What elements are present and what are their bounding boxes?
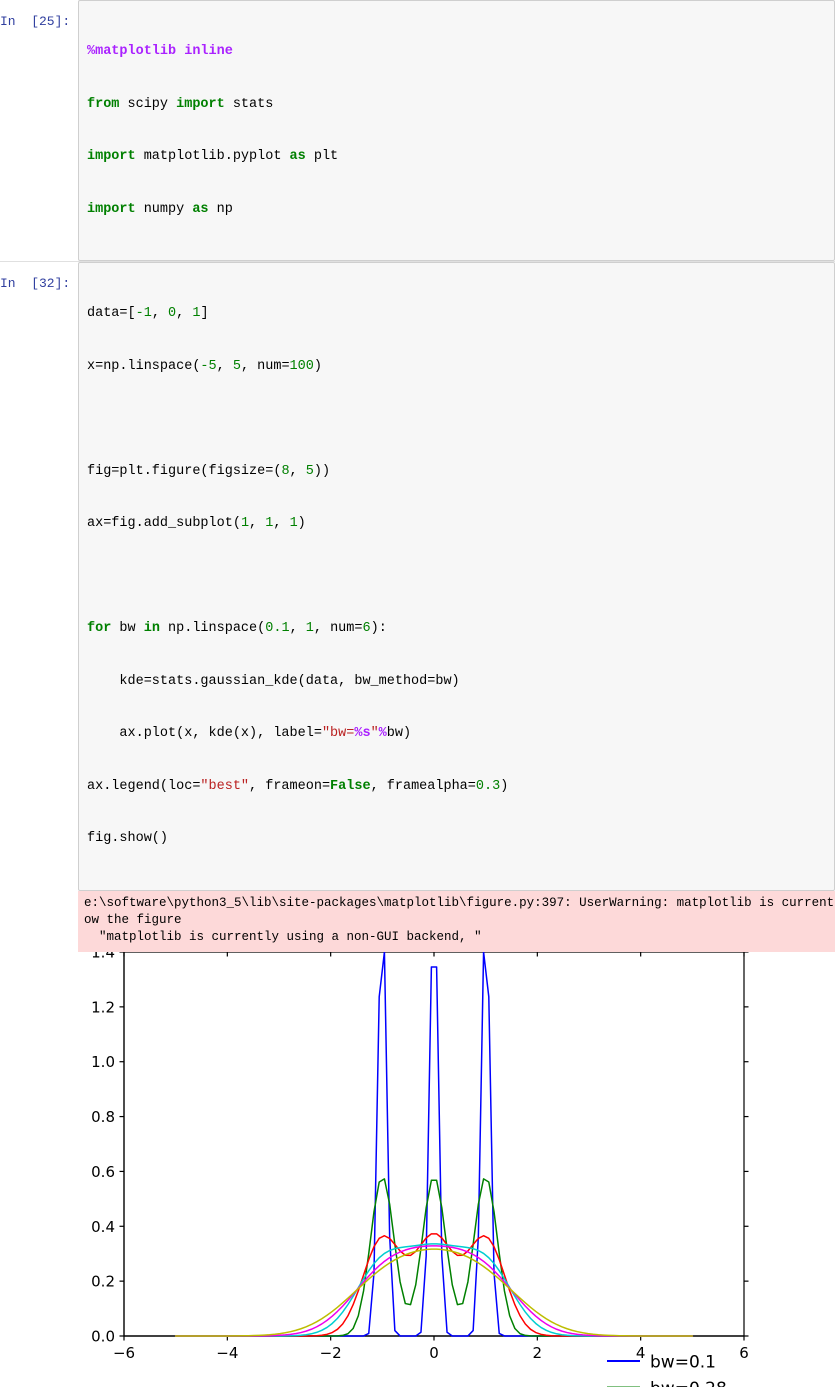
code-token: ax.plot(x, kde(x), label="bw=%s"%bw) — [87, 726, 411, 741]
x-tick-label: 2 — [533, 1344, 543, 1362]
code-token: fig=plt.figure(figsize=(8, 5)) — [87, 464, 330, 479]
x-tick-label: −2 — [320, 1344, 342, 1362]
code-token: import matplotlib.pyplot as plt — [87, 149, 338, 164]
code-line: fig.show() — [87, 830, 828, 848]
legend-label-1: bw=0.28 — [650, 1379, 727, 1387]
code-token: ax.legend(loc="best", frameon=False, fra… — [87, 779, 508, 794]
x-tick-label: 0 — [429, 1344, 439, 1362]
warning-line-3: "matplotlib is currently using a non-GUI… — [84, 930, 482, 944]
code-token: import numpy as np — [87, 202, 233, 217]
code-token: data=[-1, 0, 1] — [87, 306, 209, 321]
code-line: data=[-1, 0, 1] — [87, 305, 828, 323]
y-tick-label: 0.0 — [91, 1327, 115, 1345]
notebook-cell-2[interactable]: In [32]: data=[-1, 0, 1] x=np.linspace(-… — [0, 262, 835, 891]
code-token: kde=stats.gaussian_kde(data, bw_method=b… — [87, 674, 460, 689]
cell-2-output-warning-row: e:\software\python3_5\lib\site-packages\… — [0, 891, 835, 952]
code-line — [87, 568, 828, 586]
y-tick-label: 0.6 — [91, 1162, 115, 1180]
y-tick-label: 1.0 — [91, 1053, 115, 1071]
user-warning-output: e:\software\python3_5\lib\site-packages\… — [78, 891, 835, 952]
code-token: for bw in np.linspace(0.1, 1, num=6): — [87, 621, 387, 636]
kde-plot-svg: 0.0 0.2 0.4 0.6 0.8 1.0 1.2 1.4 −6 −4 −2 0 2 4 6 bw=0.1… — [0, 952, 835, 1387]
code-line: for bw in np.linspace(0.1, 1, num=6): — [87, 620, 828, 638]
cell-1-prompt: In [25]: — [0, 0, 78, 29]
code-line: %matplotlib inline — [87, 43, 828, 61]
code-token: fig.show() — [87, 831, 168, 846]
kde-curve-1 — [176, 1178, 693, 1335]
code-line: ax.plot(x, kde(x), label="bw=%s"%bw) — [87, 725, 828, 743]
cell-2-prompt: In [32]: — [0, 262, 78, 291]
matplotlib-figure: 0.0 0.2 0.4 0.6 0.8 1.0 1.2 1.4 −6 −4 −2 0 2 4 6 bw=0.1… — [0, 952, 835, 1387]
code-token-magic: %matplotlib inline — [87, 44, 233, 59]
cell-2-output-figure-row: 0.0 0.2 0.4 0.6 0.8 1.0 1.2 1.4 −6 −4 −2 0 2 4 6 bw=0.1… — [0, 952, 835, 1387]
x-tick-label: 4 — [636, 1344, 646, 1362]
kde-curve-3 — [176, 1243, 693, 1335]
code-line: import matplotlib.pyplot as plt — [87, 148, 828, 166]
code-token: from scipy import stats — [87, 97, 273, 112]
code-line: ax.legend(loc="best", frameon=False, fra… — [87, 778, 828, 796]
y-tick-label: 0.8 — [91, 1108, 115, 1126]
x-tick-label: −4 — [216, 1344, 238, 1362]
x-tick-label: 6 — [739, 1344, 749, 1362]
x-tick-label: −6 — [113, 1344, 135, 1362]
code-token: ax=fig.add_subplot(1, 1, 1) — [87, 516, 306, 531]
warning-line-1: e:\software\python3_5\lib\site-packages\… — [84, 896, 835, 910]
code-line: x=np.linspace(-5, 5, num=100) — [87, 358, 828, 376]
code-line: ax=fig.add_subplot(1, 1, 1) — [87, 515, 828, 533]
y-tick-label: 0.2 — [91, 1272, 115, 1290]
y-tick-label: 1.4 — [91, 952, 115, 962]
code-line: import numpy as np — [87, 201, 828, 219]
cell-1-code-editor[interactable]: %matplotlib inline from scipy import sta… — [78, 0, 835, 261]
warning-line-2: ow the figure — [84, 913, 182, 927]
code-line: fig=plt.figure(figsize=(8, 5)) — [87, 463, 828, 481]
y-tick-label: 1.2 — [91, 998, 115, 1016]
legend-label-0: bw=0.1 — [650, 1352, 716, 1372]
code-line — [87, 410, 828, 428]
code-line: from scipy import stats — [87, 96, 828, 114]
notebook-cell-1[interactable]: In [25]: %matplotlib inline from scipy i… — [0, 0, 835, 261]
kde-curve-0 — [176, 952, 693, 1336]
code-line: kde=stats.gaussian_kde(data, bw_method=b… — [87, 673, 828, 691]
y-tick-label: 0.4 — [91, 1217, 115, 1235]
cell-2-code-editor[interactable]: data=[-1, 0, 1] x=np.linspace(-5, 5, num… — [78, 262, 835, 891]
kde-curve-5 — [176, 1249, 693, 1336]
kde-curve-4 — [176, 1245, 693, 1335]
code-token: x=np.linspace(-5, 5, num=100) — [87, 359, 322, 374]
